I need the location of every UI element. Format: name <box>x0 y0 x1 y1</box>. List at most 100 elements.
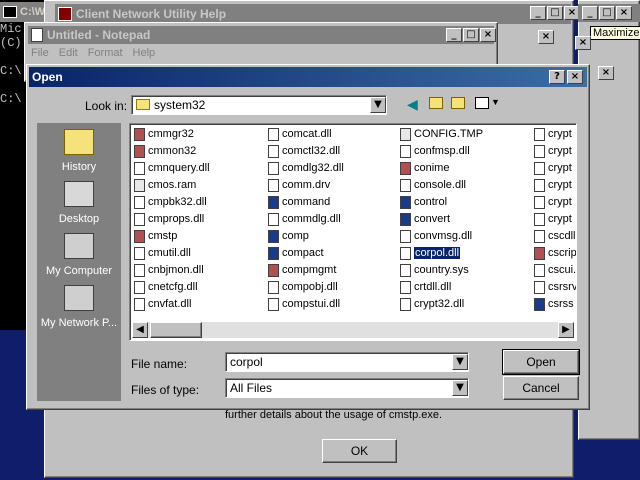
file-item[interactable]: comctl32.dll <box>268 143 340 159</box>
maximize-button[interactable]: □ <box>599 6 615 20</box>
minimize-button[interactable]: _ <box>582 6 598 20</box>
help-window-title: Client Network Utility Help <box>76 7 227 21</box>
file-item[interactable]: cnvfat.dll <box>134 296 191 312</box>
new-folder-icon[interactable] <box>451 97 465 109</box>
help-button[interactable]: ? <box>549 70 565 84</box>
maximize-button[interactable]: □ <box>547 6 563 20</box>
file-item[interactable]: compobj.dll <box>268 279 338 295</box>
file-item[interactable]: cmstp <box>134 228 177 244</box>
file-item[interactable]: cscui. <box>534 262 576 278</box>
file-item[interactable]: convmsg.dll <box>400 228 472 244</box>
file-item[interactable]: comp <box>268 228 309 244</box>
help-body-text: further details about the usage of cmstp… <box>225 409 443 421</box>
file-item[interactable]: crypt <box>534 211 572 227</box>
close-button[interactable]: × <box>598 66 614 80</box>
file-item[interactable]: cscrip <box>534 245 576 261</box>
file-name: compact <box>282 247 324 259</box>
file-item[interactable]: country.sys <box>400 262 469 278</box>
file-item[interactable]: command <box>268 194 330 210</box>
window-icon <box>534 297 545 311</box>
scroll-left-button[interactable]: ◀ <box>132 322 148 338</box>
file-item[interactable]: commdlg.dll <box>268 211 341 227</box>
dll-icon <box>400 246 411 260</box>
file-item[interactable]: console.dll <box>400 177 466 193</box>
close-button[interactable]: × <box>567 70 583 84</box>
places-my-network[interactable]: My Network P... <box>37 285 121 333</box>
file-item[interactable]: cscdll <box>534 228 576 244</box>
file-item[interactable]: confmsp.dll <box>400 143 470 159</box>
file-item[interactable]: cnetcfg.dll <box>134 279 198 295</box>
dll-icon <box>400 297 411 311</box>
up-folder-icon[interactable] <box>429 97 443 109</box>
maximize-tooltip: Maximize <box>590 26 640 40</box>
chevron-down-icon[interactable]: ▼ <box>452 380 468 396</box>
dll-icon <box>400 178 411 192</box>
close-button[interactable]: × <box>575 36 591 50</box>
file-item[interactable]: control <box>400 194 447 210</box>
chevron-down-icon[interactable]: ▼ <box>491 97 500 107</box>
horizontal-scrollbar[interactable]: ◀ ▶ <box>132 322 574 338</box>
places-desktop[interactable]: Desktop <box>37 181 121 229</box>
menu-file[interactable]: File <box>31 47 49 59</box>
minimize-button[interactable]: _ <box>446 28 462 42</box>
file-item[interactable]: cmprops.dll <box>134 211 204 227</box>
view-menu-icon[interactable] <box>475 97 489 109</box>
menu-help[interactable]: Help <box>133 47 156 59</box>
scrollbar-thumb[interactable] <box>150 322 202 338</box>
chevron-down-icon[interactable]: ▼ <box>370 97 386 113</box>
file-item[interactable]: cmpbk32.dll <box>134 194 207 210</box>
file-item[interactable]: crtdll.dll <box>400 279 451 295</box>
file-name-input[interactable]: corpol ▼ <box>225 352 469 372</box>
file-item[interactable]: cnbjmon.dll <box>134 262 204 278</box>
file-item[interactable]: csrsrv <box>534 279 576 295</box>
file-item[interactable]: cmnquery.dll <box>134 160 210 176</box>
cancel-button[interactable]: Cancel <box>503 376 579 400</box>
window-icon <box>268 229 279 243</box>
menu-edit[interactable]: Edit <box>59 47 78 59</box>
file-item[interactable]: crypt <box>534 143 572 159</box>
files-of-type-select[interactable]: All Files ▼ <box>225 378 469 398</box>
places-bar: History Desktop My Computer My Network P… <box>37 123 121 401</box>
folder-icon <box>136 99 150 110</box>
file-item[interactable]: crypt <box>534 160 572 176</box>
places-my-computer[interactable]: My Computer <box>37 233 121 281</box>
file-item[interactable]: comcat.dll <box>268 126 332 142</box>
help-ok-button[interactable]: OK <box>322 439 397 463</box>
file-item[interactable]: compmgmt <box>268 262 336 278</box>
file-item[interactable]: corpol.dll <box>400 245 462 261</box>
file-item[interactable]: cmmgr32 <box>134 126 194 142</box>
file-item[interactable]: comdlg32.dll <box>268 160 344 176</box>
file-name: CONFIG.TMP <box>414 128 484 140</box>
file-name: compstui.dll <box>282 298 341 310</box>
dll-icon <box>534 280 545 294</box>
file-item[interactable]: CONFIG.TMP <box>400 126 483 142</box>
dll-icon <box>268 127 279 141</box>
file-list[interactable]: cmmgr32 cmmon32 cmnquery.dll cmos.ram cmpbk3… <box>129 123 577 341</box>
file-item[interactable]: compstui.dll <box>268 296 340 312</box>
open-button[interactable]: Open <box>502 349 580 375</box>
file-item[interactable]: cmutil.dll <box>134 245 191 261</box>
file-item[interactable]: csrss <box>534 296 574 312</box>
file-item[interactable]: crypt <box>534 126 572 142</box>
file-item[interactable]: cmmon32 <box>134 143 196 159</box>
file-item[interactable]: convert <box>400 211 450 227</box>
file-item[interactable]: cmos.ram <box>134 177 196 193</box>
close-button[interactable]: × <box>538 30 554 44</box>
look-in-combobox[interactable]: system32 ▼ <box>131 95 387 115</box>
file-item[interactable]: crypt <box>534 177 572 193</box>
places-history[interactable]: History <box>37 129 121 177</box>
scroll-right-button[interactable]: ▶ <box>558 322 574 338</box>
menu-format[interactable]: Format <box>88 47 123 59</box>
file-item[interactable]: compact <box>268 245 324 261</box>
close-button[interactable]: × <box>480 28 496 42</box>
back-icon[interactable]: ◀ <box>407 97 421 111</box>
maximize-button[interactable]: □ <box>463 28 479 42</box>
minimize-button[interactable]: _ <box>530 6 546 20</box>
dll-icon <box>268 212 279 226</box>
file-item[interactable]: crypt <box>534 194 572 210</box>
chevron-down-icon[interactable]: ▼ <box>452 354 468 370</box>
file-item[interactable]: conime <box>400 160 449 176</box>
close-button[interactable]: × <box>616 6 632 20</box>
file-item[interactable]: crypt32.dll <box>400 296 464 312</box>
file-item[interactable]: comm.drv <box>268 177 330 193</box>
